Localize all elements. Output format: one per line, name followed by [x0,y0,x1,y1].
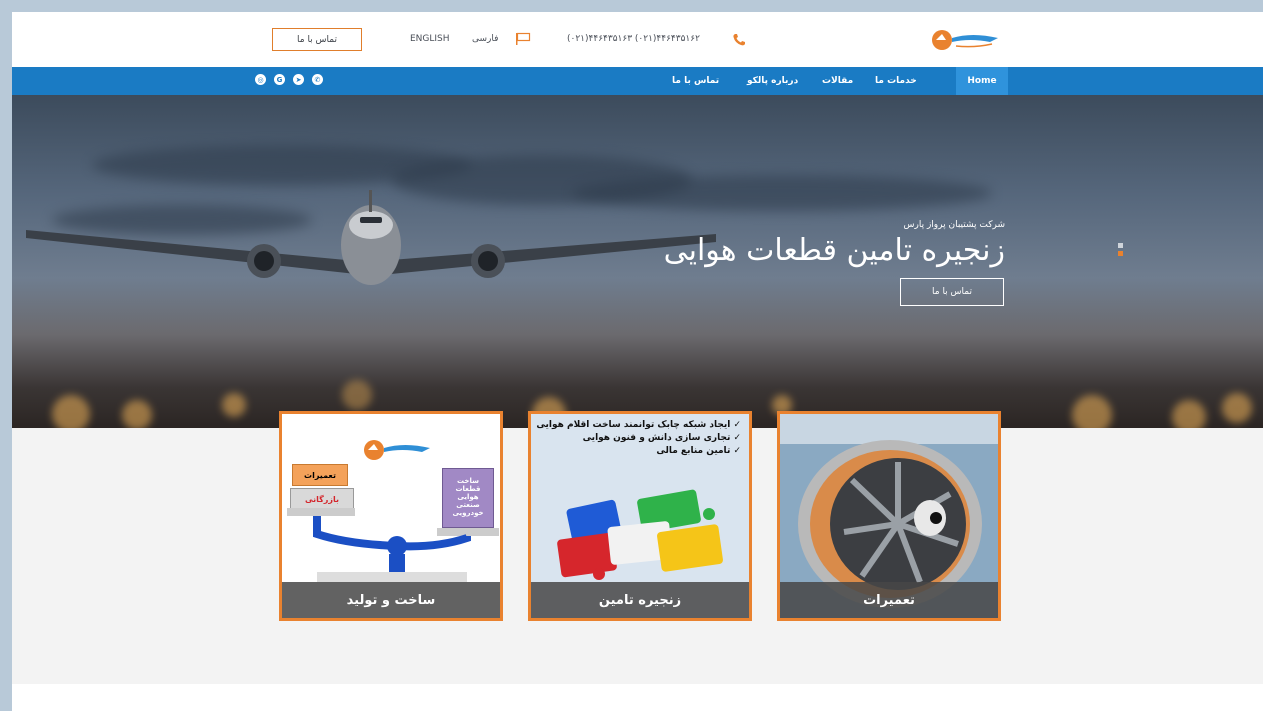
google-icon[interactable]: G [274,74,285,85]
card-bullet: ✓ ایجاد شبکه چابک توانمند ساخت اقلام هوا… [536,420,741,430]
card-supply-chain[interactable]: ✓ ایجاد شبکه چابک توانمند ساخت اقلام هوا… [528,411,752,621]
language-english-link[interactable]: ENGLISH [410,34,450,44]
flag-icon[interactable] [515,32,531,45]
card-caption: تعمیرات [780,582,998,618]
nav-item-articles[interactable]: مقالات [822,67,853,95]
card-bullet: ✓ تجاری سازی دانش و فنون هوایی [582,433,741,443]
airplane-image [26,190,716,285]
card-manufacturing[interactable]: تعمیرات بازرگانی ساخت قطعات هوایی صنعتی … [279,411,503,621]
top-bar: (۰۲۱)۴۴۶۴۳۵۱۶۳ (۰۲۱)۴۴۶۴۳۵۱۶۲ فارسی ENGL… [12,12,1263,67]
slider-dots[interactable] [1118,243,1124,257]
main-nav: Home خدمات ما مقالات درباره پالکو تماس ب… [12,67,1263,95]
hero-subtitle: شرکت پشتیبان پرواز پارس [903,220,1006,230]
phone-numbers: (۰۲۱)۴۴۶۴۳۵۱۶۳ (۰۲۱)۴۴۶۴۳۵۱۶۲ [567,34,700,44]
nav-item-services[interactable]: خدمات ما [875,67,917,95]
repairs-box: تعمیرات [292,464,348,486]
nav-item-home[interactable]: Home [956,67,1008,95]
palco-logo [364,440,430,460]
card-caption: ساخت و تولید [282,582,500,618]
card-bullet: ✓ تامین منابع مالی [656,446,741,456]
hero-contact-button[interactable]: تماس با ما [900,278,1004,306]
card-repairs[interactable]: تعمیرات [777,411,1001,621]
hero-slider: شرکت پشتیبان پرواز پارس زنجیره تامین قطع… [12,95,1263,428]
instagram-icon[interactable]: ◎ [255,74,266,85]
palco-logo[interactable] [930,26,1000,54]
whatsapp-icon[interactable]: ✆ [312,74,323,85]
puzzle-graphic [557,489,723,580]
language-farsi-link[interactable]: فارسی [472,34,498,44]
card-caption: زنجیره تامین [531,582,749,618]
phone-icon [733,34,745,46]
contact-us-button[interactable]: تماس با ما [272,28,362,51]
browser-viewport: (۰۲۱)۴۴۶۴۳۵۱۶۳ (۰۲۱)۴۴۶۴۳۵۱۶۲ فارسی ENGL… [12,12,1263,711]
telegram-icon[interactable]: ➤ [293,74,304,85]
nav-item-about[interactable]: درباره پالکو [747,67,798,95]
hero-title: زنجیره تامین قطعات هوایی [663,233,1005,268]
nav-item-contact[interactable]: تماس با ما [672,67,719,95]
balance-scale-graphic [287,508,499,582]
